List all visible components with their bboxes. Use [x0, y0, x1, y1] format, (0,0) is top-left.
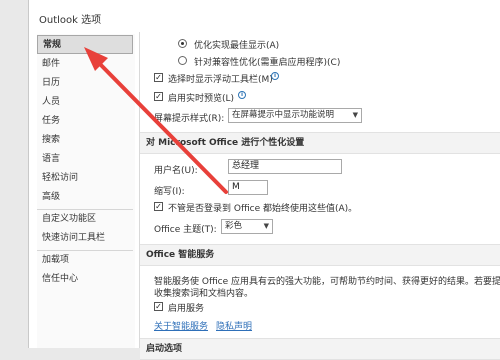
- options-dialog: Outlook 选项 常规 邮件 日历 人员 任务 搜索 语言 轻松访问 高级 …: [28, 0, 500, 360]
- sidebar-item-calendar[interactable]: 日历: [37, 74, 133, 93]
- chevron-down-icon: ▼: [263, 222, 269, 230]
- sidebar-item-people[interactable]: 人员: [37, 93, 133, 112]
- about-intelligent-services-link[interactable]: 关于智能服务: [154, 319, 208, 332]
- sidebar-item-search[interactable]: 搜索: [37, 131, 133, 150]
- sidebar-item-mail[interactable]: 邮件: [37, 55, 133, 74]
- screentip-style-label: 屏幕提示样式(R):: [154, 114, 225, 124]
- radio-optimize-compat[interactable]: [178, 56, 187, 65]
- info-icon: i: [271, 72, 279, 80]
- always-use-values-checkbox[interactable]: ✓: [154, 202, 163, 211]
- username-label: 用户名(U):: [154, 166, 198, 176]
- dialog-title: Outlook 选项: [39, 15, 102, 26]
- username-input[interactable]: 总经理: [228, 159, 342, 174]
- title-bar: Outlook 选项: [29, 0, 500, 32]
- intelligent-services-description-continued: 收集搜索词和文档内容。: [154, 289, 254, 299]
- sidebar-item-tasks[interactable]: 任务: [37, 112, 133, 131]
- sidebar: 常规 邮件 日历 人员 任务 搜索 语言 轻松访问 高级 自定义功能区 快速访问…: [37, 34, 135, 348]
- radio-optimize-compat-label: 针对兼容性优化(需重启应用程序)(C): [194, 58, 341, 68]
- privacy-statement-link[interactable]: 隐私声明: [216, 319, 252, 332]
- radio-optimize-display[interactable]: [178, 39, 187, 48]
- sidebar-item-customize-ribbon[interactable]: 自定义功能区: [37, 210, 133, 229]
- show-minitoolbar-checkbox[interactable]: ✓: [154, 73, 163, 82]
- live-preview-label: 启用实时预览(L): [168, 94, 235, 104]
- enable-services-label: 启用服务: [168, 304, 205, 314]
- sidebar-item-trust-center[interactable]: 信任中心: [37, 270, 133, 289]
- enable-services-checkbox[interactable]: ✓: [154, 302, 163, 311]
- general-options-panel: 优化实现最佳显示(A) 针对兼容性优化(需重启应用程序)(C) ✓ 选择时显示浮…: [139, 32, 500, 360]
- radio-optimize-display-label: 优化实现最佳显示(A): [194, 41, 280, 51]
- live-preview-checkbox[interactable]: ✓: [154, 92, 163, 101]
- info-icon: i: [238, 91, 246, 99]
- show-minitoolbar-label: 选择时显示浮动工具栏(M): [168, 75, 273, 85]
- sidebar-item-language[interactable]: 语言: [37, 150, 133, 169]
- office-theme-label: Office 主题(T):: [154, 225, 217, 235]
- sidebar-item-accessibility[interactable]: 轻松访问: [37, 169, 133, 188]
- intelligent-services-header: Office 智能服务: [140, 244, 500, 266]
- personalize-section-header: 对 Microsoft Office 进行个性化设置: [140, 132, 500, 154]
- screentip-style-value: 在屏幕提示中显示功能说明: [232, 110, 335, 120]
- chevron-down-icon: ▼: [352, 111, 358, 119]
- initials-input[interactable]: M: [228, 180, 268, 195]
- always-use-values-label: 不管是否登录到 Office 都始终使用这些值(A)。: [168, 204, 358, 214]
- sidebar-item-advanced[interactable]: 高级: [37, 188, 133, 207]
- office-theme-select[interactable]: 彩色 ▼: [221, 219, 273, 234]
- office-theme-value: 彩色: [225, 221, 243, 231]
- startup-options-header: 启动选项: [140, 338, 500, 360]
- initials-label: 缩写(I):: [154, 187, 185, 197]
- sidebar-item-quick-access-toolbar[interactable]: 快速访问工具栏: [37, 229, 133, 248]
- screentip-style-select[interactable]: 在屏幕提示中显示功能说明 ▼: [228, 108, 362, 123]
- sidebar-item-addins[interactable]: 加载项: [37, 251, 133, 270]
- sidebar-item-general[interactable]: 常规: [37, 35, 133, 54]
